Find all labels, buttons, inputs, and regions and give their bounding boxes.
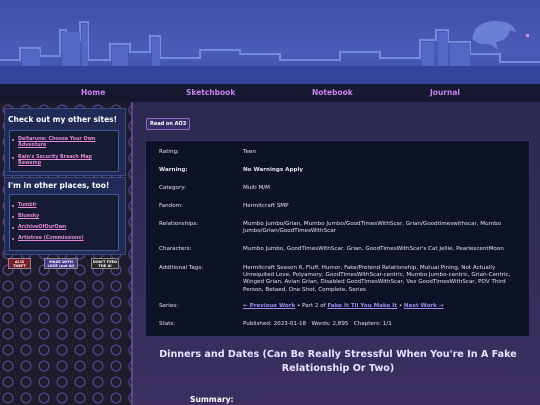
series-name-link[interactable]: Fake It Til You Make It <box>327 303 397 309</box>
meta-label: Characters: <box>159 246 192 252</box>
other-sites-list: Deltarune: Choose Your Own Adventure Rai… <box>9 130 119 172</box>
other-sites-title: Check out my other sites! <box>8 115 118 124</box>
link-tumblr[interactable]: Tumblr <box>10 203 118 209</box>
work-title: Dinners and Dates (Can Be Really Stressf… <box>159 349 517 374</box>
meta-label: Rating: <box>159 149 179 155</box>
meta-label: Stats: <box>159 321 176 327</box>
published-label: Published: <box>243 321 272 327</box>
nav-home[interactable]: Home <box>81 88 105 97</box>
top-nav: Home Sketchbook Notebook Journal <box>0 84 540 102</box>
meta-label: Fandom: <box>159 203 183 209</box>
meta-label: Series: <box>159 303 179 309</box>
meta-label: Additional Tags: <box>159 265 204 271</box>
link-bluesky[interactable]: Bluesky <box>10 214 118 220</box>
summary-heading: Summary: <box>190 395 234 404</box>
main-content: Read on AO3 Rating: Teen Warning: No War… <box>131 102 540 405</box>
nav-notebook[interactable]: Notebook <box>312 88 353 97</box>
meta-label: Relationships: <box>159 221 199 227</box>
meta-fandom: Hermitcraft SMP <box>243 203 289 209</box>
words-value: 2,895 <box>332 321 349 327</box>
nav-journal[interactable]: Journal <box>430 88 460 97</box>
meta-additional-tags: Hermitcraft Season 6, Fluff, Humor, Fake… <box>243 265 511 293</box>
meta-characters: Mumbo Jumbo, GoodTimesWithScar, Grian, G… <box>243 246 504 252</box>
link-security-breach[interactable]: Rain's Security Breach Map Rewamp <box>10 155 106 167</box>
meta-stats: Published: 2023-01-18 Words: 2,895 Chapt… <box>243 321 523 328</box>
meta-rating: Teen <box>243 149 256 155</box>
chapters-value: 1/1 <box>382 321 392 327</box>
ai-is-theft-badge: AI IS THEFT <box>8 258 31 269</box>
link-artistree[interactable]: Artistree (Commissions) <box>10 236 118 242</box>
meta-label: Warning: <box>159 167 188 173</box>
published-value: 2023-01-18 <box>273 321 307 327</box>
words-label: Words: <box>311 321 331 327</box>
next-work-link[interactable]: Next Work → <box>404 303 444 309</box>
chapters-label: Chapters: <box>353 321 381 327</box>
nav-sketchbook[interactable]: Sketchbook <box>186 88 235 97</box>
work-meta-panel: Rating: Teen Warning: No Warnings Apply … <box>145 140 530 337</box>
other-places-list: Tumblr Bluesky ArchiveOfOurOwn Artistree… <box>9 194 119 251</box>
skyline-illustration <box>0 20 540 84</box>
series-separator: • <box>397 303 404 309</box>
meta-label: Category: <box>159 185 187 191</box>
link-ao3[interactable]: ArchiveOfOurOwn <box>10 225 118 231</box>
meta-warning: No Warnings Apply <box>243 167 304 173</box>
header-banner <box>0 0 540 84</box>
series-part-text: • Part 2 of <box>295 303 328 309</box>
previous-work-link[interactable]: ← Previous Work <box>243 303 295 309</box>
meta-category: Multi M/M <box>243 185 270 191</box>
link-deltarune[interactable]: Deltarune: Choose Your Own Adventure <box>10 137 110 149</box>
meta-series: ← Previous Work • Part 2 of Fake It Til … <box>243 303 523 310</box>
made-with-love-badge: MADE WITH LOVE (not AI) <box>44 258 78 269</box>
dont-feed-ai-badge: DON'T FEED THE AI <box>91 258 119 269</box>
meta-relationships: Mumbo Jumbo/Grian, Mumbo Jumbo/GoodTimes… <box>243 221 502 235</box>
read-on-ao3-button[interactable]: Read on AO3 <box>146 118 191 130</box>
other-places-title: I'm in other places, too! <box>8 181 110 190</box>
